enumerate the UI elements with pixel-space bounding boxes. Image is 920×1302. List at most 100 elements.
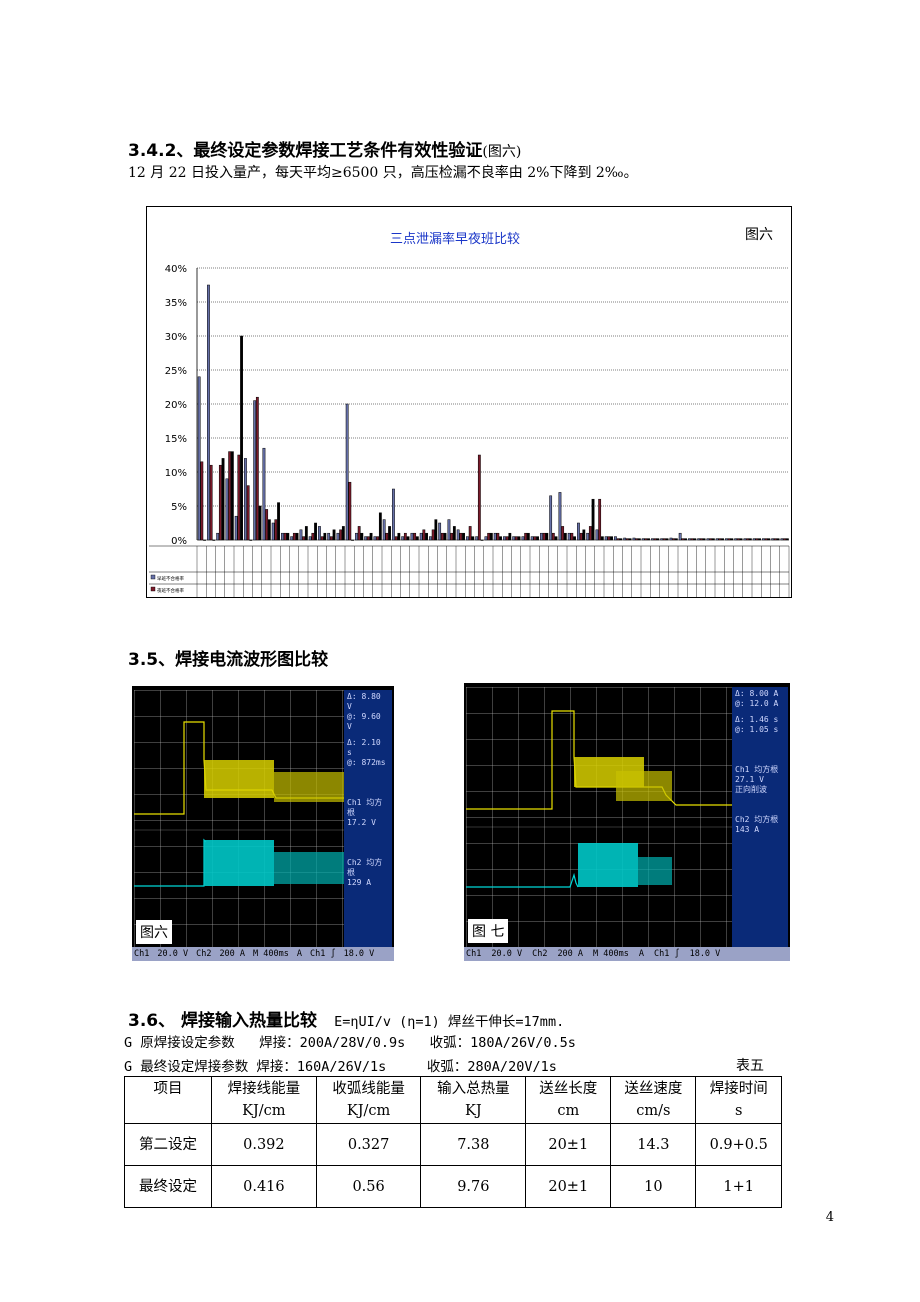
chart-bar [197,376,201,541]
chart-bar [419,532,423,541]
chart-bar [286,532,290,541]
chart-bar [607,536,611,541]
chart-bar [521,536,525,541]
chart-bar [674,538,678,541]
chart-bar [262,447,266,541]
chart-bar [388,526,391,541]
table-row: 最终设定 0.416 0.56 9.76 20±1 10 1+1 [124,1165,782,1208]
chart-bar [647,538,650,541]
table-cell: 9.76 [420,1165,527,1208]
scope-right-b4: M 400ms [593,949,629,959]
section-35-heading: 3.5、焊接电流波形图比较 [128,650,329,670]
chart-bar [225,478,229,541]
scope-left-b7: 18.0 V [343,949,375,959]
scope-left-waveforms [134,721,344,887]
th-5: 送丝速度 [624,1081,683,1097]
chart-bar [327,532,331,541]
chart-bar [690,538,694,541]
y-tick-label: 5% [171,502,187,513]
chart-bar [530,536,534,541]
scope-right-ch1-burst2 [616,771,672,801]
th-unit-4: cm [557,1103,580,1119]
legend-label: 早班不合格率 [157,575,184,582]
scope-left-label: 图六 [136,920,172,944]
chart-bar [727,538,731,541]
chart-bar [323,532,327,541]
table-header-cell: 收弧线能量 KJ/cm [315,1076,422,1124]
chart-bar [200,461,204,541]
chart-bar [758,538,761,541]
heat-input-table: 项目 焊接线能量 KJ/cm 收弧线能量 KJ/cm 输入总热量 KJ 送丝长度 cm … [124,1076,782,1208]
scope-right-b6: Ch1 ∫ [653,949,680,959]
chart-gridlines [196,267,789,541]
th-unit-1: KJ/cm [242,1103,286,1119]
section-36-heading: 3.6、 焊接输入热量比较 [128,1011,318,1031]
scope-right-label: 图 七 [468,919,509,943]
scope-right-ch2: Ch2 均方根 [735,815,779,824]
scope-right-b1: 20.0 V [491,949,523,959]
chart-bar [517,536,521,541]
th-unit-5: cm/s [636,1103,671,1119]
scope-right-waveforms [466,710,732,888]
chart-bar [783,538,787,541]
page-number: 4 [825,1210,834,1225]
chart-bar [697,538,701,541]
chart-bar [265,509,269,541]
chart-bar [503,536,506,541]
chart-bar [540,532,543,541]
chart-canvas: 三点泄漏率早夜班比较 图六 40%35%30%25%20%15%10%5%0% … [149,227,790,597]
chart-bar [348,481,352,541]
chart-bar [410,532,414,541]
chart-bar [755,538,759,541]
chart-bar [706,538,710,541]
chart-bar [329,536,333,541]
chart-bar [505,536,509,541]
chart-bar [785,538,789,541]
chart-bar [610,536,613,541]
chart-bar [693,538,697,541]
table-cell: 0.9+0.5 [695,1123,782,1166]
table-cell: 14.3 [610,1123,697,1166]
th-4: 送丝长度 [539,1081,598,1097]
chart-bar [632,537,636,541]
chart-bar [246,485,250,541]
chart-bar [267,519,271,541]
chart-bar [551,532,555,541]
chart-figure-label: 图六 [745,227,773,243]
chart-bar [462,532,465,541]
table-header-cell: 项目 [124,1076,212,1124]
chart-bar [653,538,657,541]
th-2: 收弧线能量 [332,1081,405,1097]
chart-bar [776,538,780,541]
legend-swatch [150,574,156,580]
scope-left-b4: M 400ms [253,949,289,959]
chart-bar [752,538,756,541]
scope-left-panel: Δ: 8.80 V @: 9.60 V Δ: 2.10 s @: 872ms C… [344,690,392,948]
chart-bar [514,536,518,541]
chart-bar [255,396,259,541]
scope-left-b3: 200 A [219,949,246,959]
chart-bar [771,538,775,541]
y-tick-label: 35% [165,298,187,309]
chart-bar [406,536,410,541]
chart-bar [762,538,765,541]
scope-right-ch2-burst2 [638,857,672,885]
chart-bar [721,538,724,541]
chart-bars [197,284,789,541]
scope-left-ch2: Ch2 均方根 [347,858,383,877]
scope-right-delta-t: Δ: 1.46 s [735,715,779,724]
legend-swatch [150,586,156,592]
chart-bar [290,536,294,541]
chart-bar [542,532,546,541]
chart-bar [369,532,373,541]
chart-bar [644,538,648,541]
chart-bar [715,538,719,541]
chart-bar [586,532,590,541]
chart-bar [545,532,549,541]
table-cell: 最终设定 [124,1165,212,1208]
chart-bar [434,519,438,541]
chart-bar [526,532,530,541]
y-tick-label: 10% [165,468,187,479]
chart-bar [471,536,475,541]
chart-bar [385,532,389,541]
